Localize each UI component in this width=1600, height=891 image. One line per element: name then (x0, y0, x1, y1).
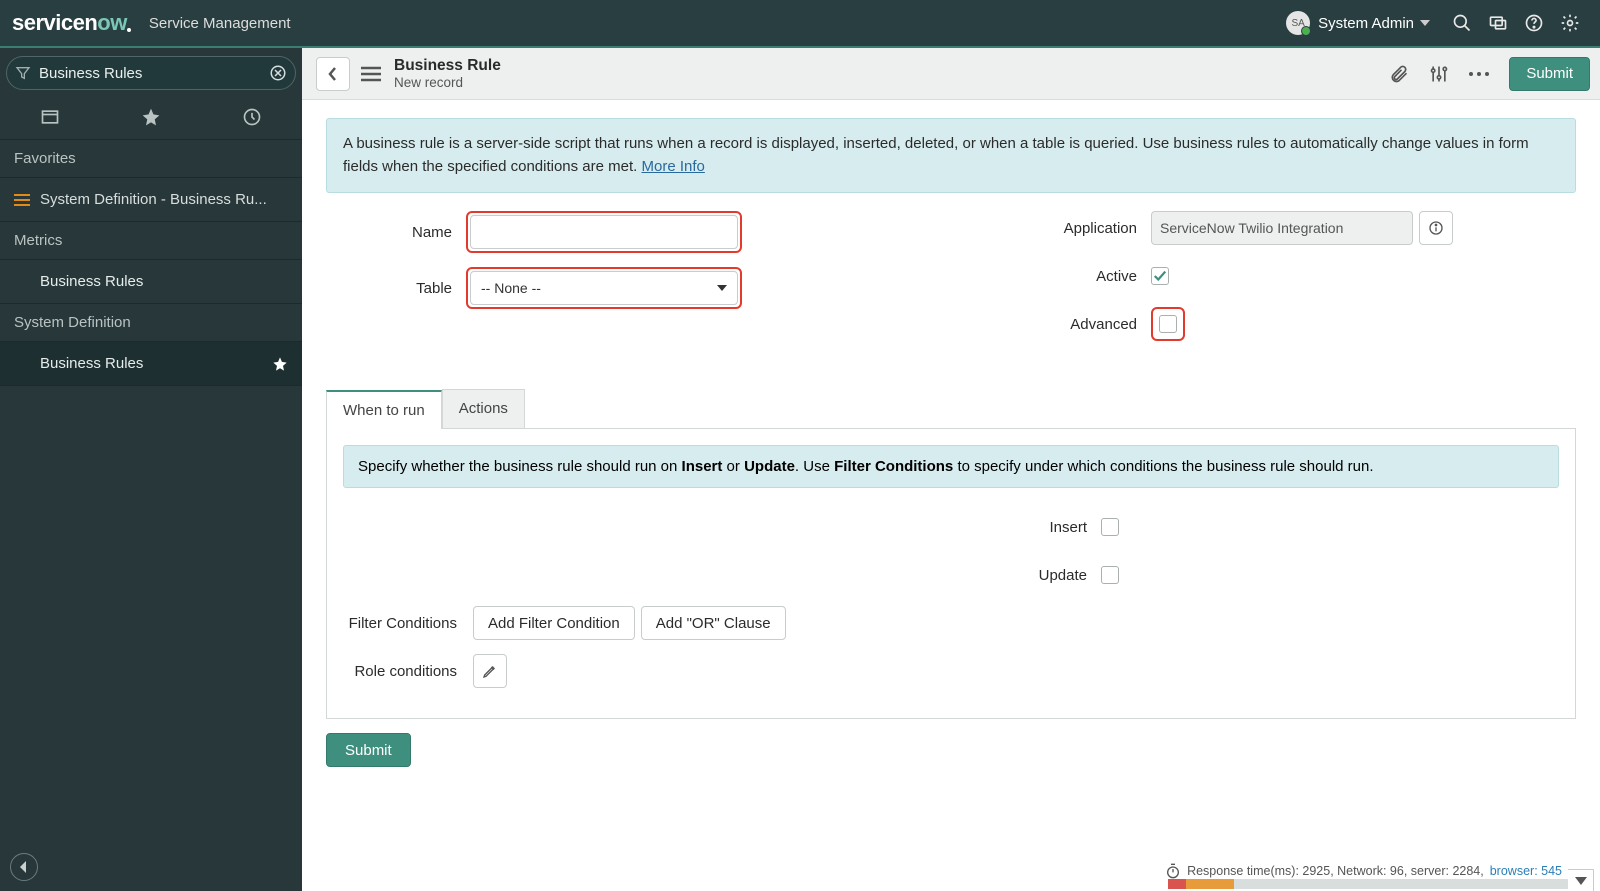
timing-text: Response time(ms): 2925, Network: 96, se… (1187, 864, 1484, 878)
table-highlight: -- None -- (466, 267, 742, 309)
hint-post: to specify under which conditions the bu… (953, 458, 1373, 475)
form-header: Business Rule New record Submit (302, 48, 1600, 100)
nav-metrics-business-rules[interactable]: Business Rules (0, 260, 302, 304)
nav-filter-clear-icon[interactable] (269, 64, 287, 82)
application-input (1151, 211, 1413, 245)
favorite-star-icon[interactable] (272, 356, 288, 372)
table-label: Table (326, 280, 466, 297)
main-area: Business Rule New record Submit A busine… (302, 48, 1600, 891)
global-banner: servicenow Service Management SA System … (0, 0, 1600, 48)
advanced-highlight (1151, 307, 1185, 341)
nav-tab-all-apps-icon[interactable] (0, 94, 101, 139)
timing-bar-server (1234, 879, 1568, 889)
avatar-initials: SA (1291, 18, 1304, 29)
more-options-icon[interactable] (1463, 70, 1495, 78)
hint-insert: Insert (682, 458, 723, 475)
timing-browser-link[interactable]: browser: 545 (1490, 864, 1562, 878)
nav-section-sysdef[interactable]: System Definition (0, 304, 302, 342)
personalize-form-icon[interactable] (1423, 64, 1455, 84)
avatar[interactable]: SA (1286, 11, 1310, 35)
settings-gear-icon[interactable] (1552, 5, 1588, 41)
advanced-checkbox[interactable] (1159, 315, 1177, 333)
nav-filter-input[interactable] (39, 65, 269, 82)
edit-role-conditions-icon[interactable] (473, 654, 507, 688)
hint-mid2: . Use (795, 458, 834, 475)
nav-sysdef-business-rules[interactable]: Business Rules (0, 342, 302, 386)
tab-actions[interactable]: Actions (442, 389, 525, 428)
role-conditions-label: Role conditions (343, 663, 473, 680)
user-name[interactable]: System Admin (1318, 15, 1414, 32)
logo-text-accent: ow (97, 10, 127, 36)
form-context-menu-icon[interactable] (358, 66, 384, 82)
application-label: Application (971, 220, 1151, 237)
tab-when-to-run[interactable]: When to run (326, 390, 442, 429)
nav-item-label: Business Rules (40, 273, 143, 290)
form-body: A business rule is a server-side script … (302, 100, 1600, 891)
more-info-link[interactable]: More Info (642, 158, 705, 175)
timing-bar (1168, 879, 1568, 889)
table-select[interactable]: -- None -- (470, 271, 738, 305)
hint-mid1: or (722, 458, 744, 475)
timing-expand-icon[interactable] (1568, 869, 1594, 891)
submit-button-lower[interactable]: Submit (326, 733, 411, 767)
response-timing: Response time(ms): 2925, Network: 96, se… (1165, 863, 1562, 879)
product-logo[interactable]: servicenow (12, 10, 135, 36)
product-subtitle: Service Management (149, 15, 291, 32)
nav-fav-item[interactable]: System Definition - Business Ru... (0, 178, 302, 222)
add-filter-condition-button[interactable]: Add Filter Condition (473, 606, 635, 640)
form-tabs: When to run Actions (326, 389, 1576, 429)
insert-checkbox[interactable] (1101, 518, 1119, 536)
nav-collapse-icon[interactable] (10, 853, 38, 881)
global-search-icon[interactable] (1444, 5, 1480, 41)
logo-dot (127, 28, 131, 32)
stopwatch-icon (1165, 863, 1181, 879)
advanced-label: Advanced (971, 316, 1151, 333)
hint-pre: Specify whether the business rule should… (358, 458, 682, 475)
update-label: Update (951, 567, 1101, 584)
name-label: Name (326, 224, 466, 241)
tab-panel-when: Specify whether the business rule should… (326, 429, 1576, 719)
nav-item-label: Business Rules (40, 355, 143, 372)
insert-label: Insert (951, 519, 1101, 536)
info-text: A business rule is a server-side script … (343, 135, 1529, 175)
logo-text: servicen (12, 10, 97, 36)
active-label: Active (971, 268, 1151, 285)
form-subtitle: New record (394, 75, 501, 90)
when-hint: Specify whether the business rule should… (343, 445, 1559, 488)
help-icon[interactable] (1516, 5, 1552, 41)
list-icon (14, 193, 30, 207)
timing-bar-browser (1186, 879, 1234, 889)
name-input[interactable] (470, 215, 738, 249)
back-button[interactable] (316, 57, 350, 91)
nav-section-favorites[interactable]: Favorites (0, 140, 302, 178)
name-highlight (466, 211, 742, 253)
nav-tabs (0, 94, 302, 140)
attachments-icon[interactable] (1383, 64, 1415, 84)
form-info-banner: A business rule is a server-side script … (326, 118, 1576, 193)
nav-tab-history-icon[interactable] (201, 94, 302, 139)
form-title-block: Business Rule New record (394, 57, 501, 90)
nav-filter (6, 56, 296, 90)
nav-tab-favorites-icon[interactable] (101, 94, 202, 139)
submit-button[interactable]: Submit (1509, 57, 1590, 91)
chat-icon[interactable] (1480, 5, 1516, 41)
timing-bar-network (1168, 879, 1186, 889)
nav-fav-item-label: System Definition - Business Ru... (40, 191, 267, 208)
active-checkbox[interactable] (1151, 267, 1169, 285)
hint-filter: Filter Conditions (834, 458, 953, 475)
left-nav: Favorites System Definition - Business R… (0, 48, 302, 891)
application-info-icon[interactable] (1419, 211, 1453, 245)
chevron-down-icon (717, 285, 727, 291)
update-checkbox[interactable] (1101, 566, 1119, 584)
table-select-value: -- None -- (481, 280, 541, 296)
form-title: Business Rule (394, 57, 501, 75)
filter-icon (15, 65, 31, 81)
add-or-clause-button[interactable]: Add "OR" Clause (641, 606, 786, 640)
nav-section-metrics[interactable]: Metrics (0, 222, 302, 260)
hint-update: Update (744, 458, 795, 475)
user-menu-caret-icon[interactable] (1420, 20, 1430, 26)
filter-conditions-label: Filter Conditions (343, 615, 473, 632)
